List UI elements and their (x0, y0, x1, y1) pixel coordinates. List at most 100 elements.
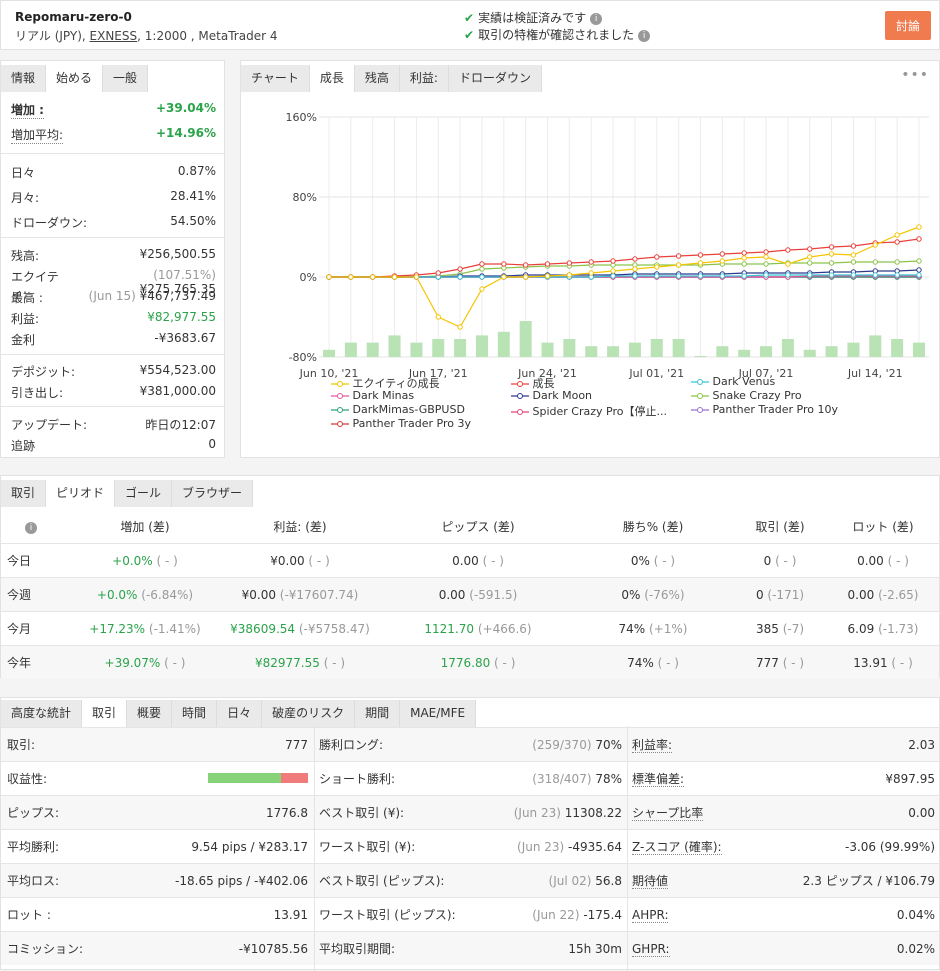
legend-item[interactable]: DarkMimas-GBPUSD (331, 403, 465, 416)
series-point (741, 255, 747, 261)
stats-value-main: -4935.64 (568, 840, 622, 854)
stats-value: 2.3 ピップス / ¥106.79 (803, 864, 935, 898)
tab-browser[interactable]: ブラウザー (172, 480, 254, 507)
tab-advanced-stats[interactable]: 高度な統計 (1, 700, 83, 727)
stats-value: 0.04% (897, 898, 935, 932)
tab-hourly[interactable]: 時間 (172, 700, 218, 727)
tab-drawdown[interactable]: ドローダウン (448, 65, 542, 92)
info-value-main: 28.41% (170, 189, 216, 203)
info-value-main: 昨日の12:07 (145, 418, 216, 432)
stats-value-main: -3.06 (99.99%) (845, 840, 935, 854)
tab-growth[interactable]: 成長 (309, 65, 355, 92)
legend-item[interactable]: Panther Trader Pro 3y (331, 417, 471, 430)
stats-label-text: 平均取引期間: (319, 942, 396, 956)
stats-value: 13.91 (274, 898, 308, 932)
period-col-header[interactable]: 勝ち% (差) (571, 510, 735, 544)
tab-trades[interactable]: 取引 (82, 700, 128, 727)
tab-general[interactable]: 一般 (103, 65, 149, 92)
stats-label: シャープ比率 (632, 796, 704, 830)
series-point (807, 254, 813, 260)
legend-swatch (331, 381, 349, 387)
broker-link[interactable]: EXNESS (90, 29, 138, 43)
period-col-header[interactable]: ピップス (差) (385, 510, 571, 544)
stats-label-text: 平均ロス: (7, 874, 60, 888)
period-value: +0.0% (96, 588, 142, 602)
series-point (763, 272, 769, 278)
period-diff: (+466.6) (477, 622, 532, 636)
legend-item[interactable]: Panther Trader Pro 10y (691, 403, 838, 416)
period-value: 0 (755, 588, 768, 602)
account-leverage-platform: , 1:2000 , MetaTrader 4 (137, 29, 278, 43)
series-point (457, 324, 463, 330)
legend-label: Dark Venus (709, 375, 776, 388)
tab-goal[interactable]: ゴール (115, 480, 173, 507)
stats-label-text: AHPR: (632, 908, 669, 923)
series-point (566, 260, 573, 266)
stats-value-main: 78% (595, 772, 622, 786)
tab-mae-mfe[interactable]: MAE/MFE (400, 700, 477, 727)
period-col-header[interactable]: 増加 (差) (75, 510, 215, 544)
tab-balance[interactable]: 残高 (354, 65, 400, 92)
period-cell: 0 (-171) (735, 578, 825, 612)
info-icon[interactable]: i (590, 12, 603, 25)
info-icon[interactable]: i (638, 29, 651, 42)
more-options-icon[interactable]: ••• (901, 67, 929, 83)
period-col-header[interactable]: 利益: (差) (215, 510, 385, 544)
stats-label: 取引: (7, 728, 35, 762)
stats-row: 取引: 777 勝利ロング: (259/370) 70% 利益率: 2.03 (1, 727, 939, 761)
info-value-main: 0.87% (177, 164, 216, 178)
info-row: ドローダウン: 54.50% (11, 214, 216, 231)
tab-summary[interactable]: 概要 (127, 700, 173, 727)
chart-bar (847, 342, 860, 357)
series-point (916, 258, 922, 264)
stats-value: 15h 30m (568, 932, 622, 966)
legend-item[interactable]: Dark Venus (691, 375, 775, 388)
period-cell: +39.07% ( - ) (75, 646, 215, 680)
tab-duration[interactable]: 期間 (355, 700, 401, 727)
divider (1, 406, 225, 407)
tab-period[interactable]: ピリオド (46, 480, 116, 507)
period-value: +0.0% (112, 554, 157, 568)
stats-value-note: (318/407) (532, 772, 596, 786)
period-label: 今月 (7, 622, 32, 636)
info-value-note: (Jun 15) (88, 289, 140, 303)
series-point (675, 273, 682, 279)
period-cell: +0.0% (-6.84%) (75, 578, 215, 612)
discuss-button[interactable]: 討論 (885, 11, 931, 40)
series-point (872, 242, 878, 248)
series-point (501, 274, 507, 280)
info-row: 増加平均: +14.96% (11, 126, 216, 144)
info-icon[interactable]: i (21, 510, 41, 544)
tab-trades[interactable]: 取引 (1, 480, 47, 507)
tab-start[interactable]: 始める (46, 65, 104, 92)
legend-item[interactable]: Dark Minas (331, 389, 414, 402)
series-point (916, 236, 922, 242)
tab-daily[interactable]: 日々 (217, 700, 263, 727)
period-cell: 6.09 (-1.73) (825, 612, 940, 646)
series-point (807, 272, 813, 278)
period-col-header[interactable]: ロット (差) (825, 510, 940, 544)
legend-item[interactable]: Dark Moon (511, 389, 592, 402)
legend-item[interactable]: Spider Crazy Pro【停止... (511, 403, 667, 419)
series-point (326, 274, 332, 280)
period-cell: 0 ( - ) (735, 544, 825, 578)
chart-bar (694, 356, 707, 357)
legend-item[interactable]: Snake Crazy Pro (691, 389, 802, 402)
series-point (697, 252, 704, 258)
tab-risk-of-ruin[interactable]: 破産のリスク (262, 700, 356, 727)
tab-info[interactable]: 情報 (1, 65, 47, 92)
stats-label: ベスト取引 (ピップス): (319, 864, 444, 898)
stats-value-main: -18.65 pips / -¥402.06 (175, 874, 308, 888)
stats-row: 平均勝利: 9.54 pips / ¥283.17 ワースト取引 (¥): (Jun … (1, 829, 939, 863)
stats-label: 利益率: (632, 728, 673, 762)
series-point (413, 274, 420, 280)
stats-label: AHPR: (632, 898, 669, 932)
chart-panel: チャート 成長 残高 利益: ドローダウン ••• 160% 80% 0% -80% J… (240, 60, 940, 458)
stats-label: 標準偏差: (632, 762, 685, 796)
stats-value: (Jun 23) -4935.64 (517, 830, 622, 864)
period-value: 1776.80 (440, 656, 495, 670)
period-col-header[interactable]: 取引 (差) (735, 510, 825, 544)
tab-chart[interactable]: チャート (241, 65, 310, 92)
tab-profit[interactable]: 利益: (399, 65, 449, 92)
period-cell: 385 (-7) (735, 612, 825, 646)
